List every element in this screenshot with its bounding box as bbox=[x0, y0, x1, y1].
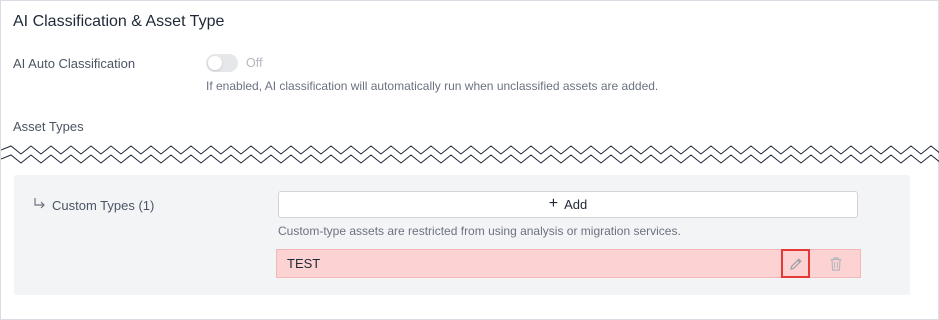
add-type-button[interactable]: + Add bbox=[278, 191, 858, 218]
custom-type-name: TEST bbox=[287, 256, 321, 271]
pencil-icon bbox=[789, 257, 802, 270]
auto-classification-toggle[interactable] bbox=[206, 54, 238, 72]
auto-classification-label: AI Auto Classification bbox=[13, 56, 136, 71]
truncation-divider bbox=[1, 145, 939, 164]
edit-type-button[interactable] bbox=[781, 249, 810, 278]
restriction-note: Custom-type assets are restricted from u… bbox=[278, 224, 681, 238]
custom-types-label: Custom Types (1) bbox=[52, 198, 155, 213]
custom-type-row: TEST bbox=[276, 249, 861, 278]
asset-types-label: Asset Types bbox=[13, 119, 84, 134]
section-title: AI Classification & Asset Type bbox=[13, 13, 225, 30]
trash-icon bbox=[830, 256, 842, 271]
add-button-label: Add bbox=[564, 197, 588, 212]
auto-classification-help: If enabled, AI classification will autom… bbox=[206, 79, 659, 93]
toggle-state-label: Off bbox=[246, 56, 263, 70]
toggle-knob bbox=[208, 56, 222, 70]
plus-icon: + bbox=[548, 195, 559, 212]
branch-arrow-icon bbox=[34, 198, 45, 209]
auto-classification-toggle-group: Off bbox=[206, 54, 262, 72]
delete-type-button[interactable] bbox=[822, 250, 850, 278]
ai-classification-panel: AI Classification & Asset Type AI Auto C… bbox=[0, 0, 939, 320]
